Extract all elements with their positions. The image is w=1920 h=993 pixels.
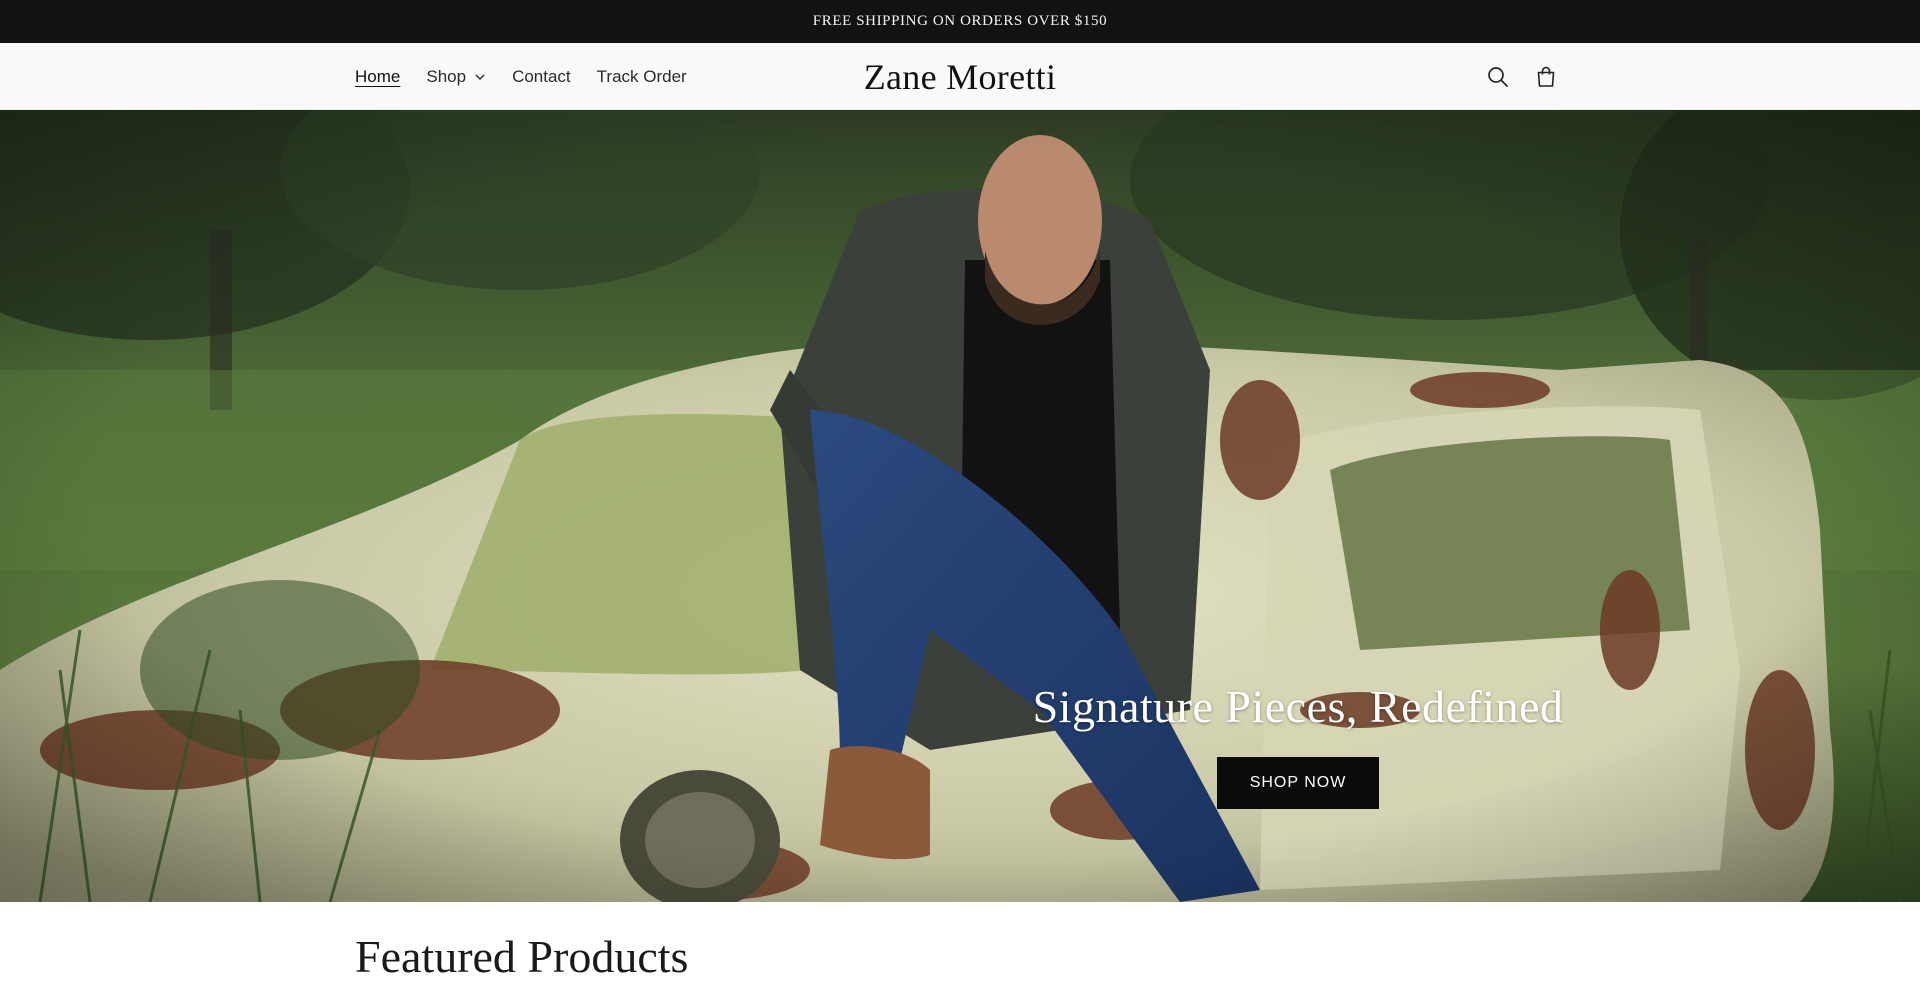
- search-icon: [1488, 66, 1508, 87]
- hero-content: Signature Pieces, Redefined SHOP NOW: [1032, 680, 1564, 809]
- brand-logo-wrap: Zane Moretti: [0, 43, 1920, 110]
- cart-icon: [1537, 66, 1555, 87]
- search-button[interactable]: [1485, 64, 1511, 90]
- brand-logo[interactable]: Zane Moretti: [864, 56, 1057, 98]
- nav-track-order-link[interactable]: Track Order: [597, 67, 687, 87]
- main-nav: Home Shop Contact Track Order: [355, 43, 687, 110]
- hero-banner: Signature Pieces, Redefined SHOP NOW: [0, 110, 1920, 902]
- chevron-down-icon: [475, 74, 485, 80]
- announcement-text: FREE SHIPPING ON ORDERS OVER $150: [812, 13, 1108, 29]
- nav-shop-label: Shop: [426, 66, 467, 86]
- hero-title: Signature Pieces, Redefined: [1032, 681, 1564, 732]
- nav-home-link[interactable]: Home: [355, 67, 400, 87]
- announcement-bar: FREE SHIPPING ON ORDERS OVER $150: [0, 0, 1920, 43]
- header-actions: [1485, 43, 1559, 110]
- nav-shop-menu[interactable]: Shop: [426, 67, 486, 87]
- cart-button[interactable]: [1533, 64, 1559, 90]
- nav-contact-link[interactable]: Contact: [512, 67, 571, 87]
- shop-now-button[interactable]: SHOP NOW: [1217, 757, 1379, 809]
- featured-products-heading: Featured Products: [355, 931, 689, 982]
- featured-products-section: Featured Products: [0, 902, 1920, 993]
- site-header: Home Shop Contact Track Order Zane Moret…: [0, 43, 1920, 110]
- hero-image: [0, 110, 1920, 902]
